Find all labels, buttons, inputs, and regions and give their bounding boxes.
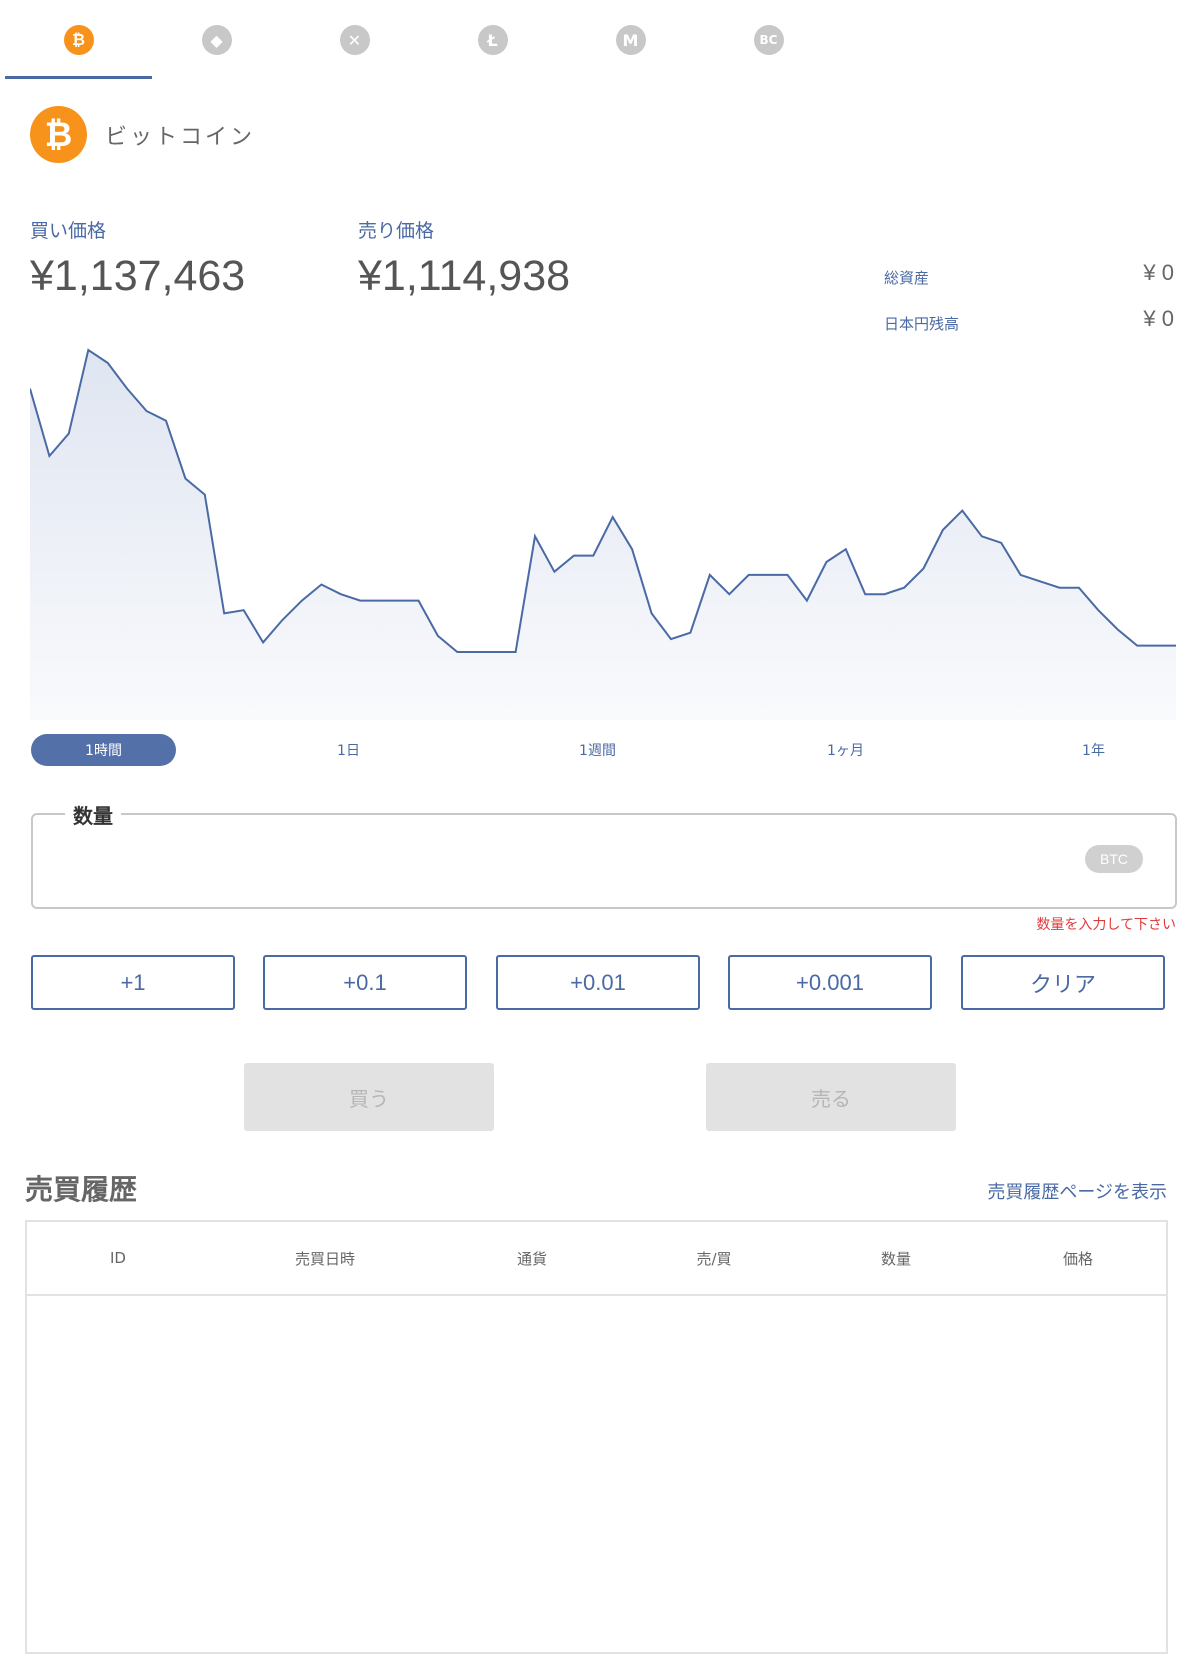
total-assets-label: 総資産	[884, 269, 930, 287]
range-1year[interactable]: 1年	[1021, 734, 1166, 766]
column-id: ID	[110, 1249, 126, 1267]
add-0.001-button[interactable]: +0.001	[728, 955, 932, 1010]
jpy-balance-value: ¥ 0	[1143, 306, 1174, 331]
add-1-button[interactable]: +1	[31, 955, 235, 1010]
column-datetime: 売買日時	[294, 1249, 355, 1268]
unit-badge: BTC	[1085, 845, 1143, 873]
ripple-icon: ✕	[339, 25, 370, 55]
bitcoin-icon: ₿	[63, 25, 94, 55]
tab-bitcoin-cash[interactable]: BC	[695, 0, 842, 80]
sell-button[interactable]: 売る	[706, 1063, 956, 1131]
price-chart	[30, 348, 1176, 720]
buy-button[interactable]: 買う	[244, 1063, 494, 1131]
history-title: 売買履歴	[25, 1173, 138, 1206]
sell-price-value: ¥1,114,938	[358, 252, 571, 300]
total-assets-value: ¥ 0	[1143, 260, 1174, 285]
currency-tabs: ₿ ◆ ✕ Ł M BC	[5, 0, 1194, 80]
history-table-header: ID 売買日時 通貨 売/買 数量 価格	[27, 1222, 1166, 1296]
tab-ripple[interactable]: ✕	[281, 0, 428, 80]
tab-monacoin[interactable]: M	[557, 0, 704, 80]
tab-ethereum[interactable]: ◆	[143, 0, 290, 80]
sell-price-label: 売り価格	[358, 220, 435, 242]
add-0.1-button[interactable]: +0.1	[263, 955, 467, 1010]
history-table: ID 売買日時 通貨 売/買 数量 価格	[25, 1220, 1168, 1654]
history-page-link[interactable]: 売買履歴ページを表示	[987, 1178, 1167, 1204]
ethereum-icon: ◆	[201, 25, 232, 55]
quantity-label: 数量	[65, 800, 121, 829]
range-1week[interactable]: 1週間	[525, 734, 670, 766]
quantity-input[interactable]	[50, 835, 1054, 877]
column-currency: 通貨	[516, 1249, 547, 1268]
range-1month[interactable]: 1ヶ月	[773, 734, 918, 766]
column-quantity: 数量	[880, 1249, 911, 1268]
range-1day[interactable]: 1日	[276, 734, 421, 766]
buy-price-value: ¥1,137,463	[30, 252, 246, 300]
tab-litecoin[interactable]: Ł	[419, 0, 566, 80]
tab-bitcoin[interactable]: ₿	[5, 0, 152, 80]
coin-name: ビットコイン	[105, 125, 256, 150]
column-price: 価格	[1062, 1249, 1093, 1268]
jpy-balance-label: 日本円残高	[884, 315, 960, 333]
column-side: 売/買	[696, 1249, 732, 1268]
litecoin-icon: Ł	[477, 25, 508, 55]
bitcoin-cash-icon: BC	[753, 25, 784, 55]
buy-price-label: 買い価格	[30, 220, 107, 242]
range-1hour[interactable]: 1時間	[31, 734, 176, 766]
active-tab-indicator	[5, 76, 152, 79]
quantity-error: 数量を入力して下さい	[1036, 917, 1176, 933]
clear-button[interactable]: クリア	[961, 955, 1165, 1010]
monacoin-icon: M	[615, 25, 646, 55]
add-0.01-button[interactable]: +0.01	[496, 955, 700, 1010]
bitcoin-logo-icon: ₿	[30, 106, 87, 163]
